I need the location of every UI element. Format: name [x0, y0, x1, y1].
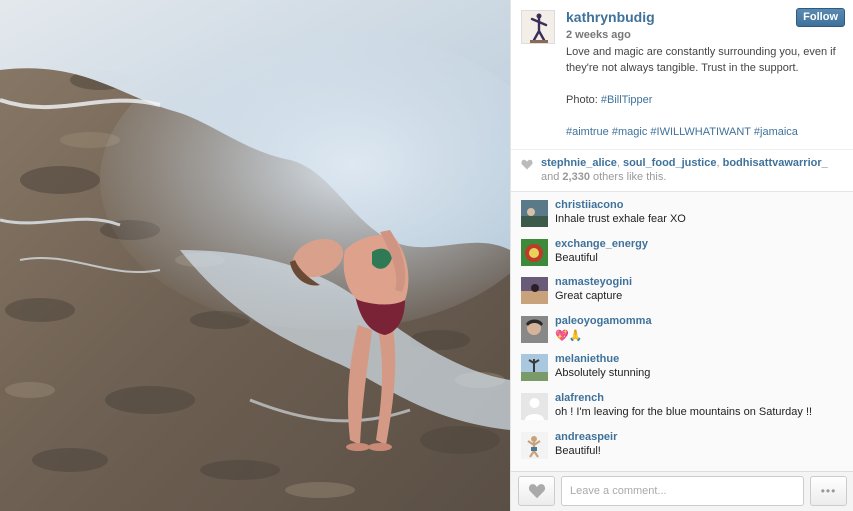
likes-summary: stephnie_alice, soul_food_justice, bodhi… — [511, 150, 853, 192]
follow-button[interactable]: Follow — [796, 8, 845, 27]
comment-footer: ••• — [511, 471, 853, 511]
caption-hashtags: #aimtrue #magic #IWILLWHATIWANT #jamaica — [566, 124, 851, 140]
commenter-username[interactable]: alafrench — [555, 392, 604, 404]
hashtag-link[interactable]: #magic — [612, 126, 647, 138]
comments-list[interactable]: christiiacono Inhale trust exhale fear X… — [511, 192, 853, 471]
commenter-username[interactable]: paleoyogamomma — [555, 315, 652, 327]
post-sidebar: kathrynbudig Follow 2 weeks ago Love and… — [510, 0, 853, 511]
comment-text: Absolutely stunning — [555, 367, 651, 380]
yoga-photo-illustration — [0, 0, 510, 511]
commenter-avatar[interactable] — [521, 315, 548, 343]
commenter-avatar[interactable] — [521, 238, 548, 266]
default-avatar-icon — [521, 392, 548, 420]
post-photo — [0, 0, 510, 511]
caption-photo-label: Photo: — [566, 94, 601, 106]
comment-input[interactable] — [561, 476, 804, 506]
commenter-avatar[interactable] — [521, 277, 548, 305]
more-options-button[interactable]: ••• — [810, 476, 847, 506]
comment-text: oh ! I'm leaving for the blue mountains … — [555, 405, 813, 418]
post-caption: Love and magic are constantly surroundin… — [566, 44, 851, 140]
liker-username[interactable]: soul_food_justice — [623, 157, 717, 169]
commenter-username[interactable]: namasteyogini — [555, 276, 632, 288]
comment-item: namasteyogini Great capture — [511, 269, 853, 308]
comment-item: alafrench oh ! I'm leaving for the blue … — [511, 385, 853, 424]
liker-username[interactable]: stephnie_alice — [541, 157, 617, 169]
heart-icon — [528, 484, 545, 499]
caption-photo-tag[interactable]: #BillTipper — [601, 94, 653, 106]
comment-text: Great capture — [555, 290, 623, 303]
comment-text: Beautiful — [555, 251, 598, 264]
avatar-image — [521, 431, 548, 459]
commenter-username[interactable]: christiiacono — [555, 199, 623, 211]
ellipsis-icon: ••• — [820, 484, 837, 498]
likes-others-text: others like this. — [589, 171, 667, 183]
hashtag-link[interactable]: #aimtrue — [566, 126, 609, 138]
avatar-image — [521, 277, 548, 305]
caption-text: Love and magic are constantly surroundin… — [566, 46, 836, 74]
avatar-image — [521, 354, 548, 382]
comment-text: Inhale trust exhale fear XO — [555, 213, 686, 225]
heart-icon — [521, 159, 533, 170]
avatar-image — [521, 315, 548, 343]
commenter-avatar[interactable] — [521, 200, 548, 227]
commenter-avatar[interactable] — [521, 431, 548, 459]
comment-item: andreaspeir Beautiful! — [511, 424, 853, 463]
comment-item: melaniethue Absolutely stunning — [511, 346, 853, 385]
commenter-username[interactable]: exchange_energy — [555, 238, 648, 250]
owner-avatar[interactable] — [521, 10, 555, 44]
comment-item: exchange_energy Beautiful — [511, 231, 853, 270]
liker-username[interactable]: bodhisattvawarrior_ — [723, 157, 828, 169]
caption-photo-credit: Photo: #BillTipper — [566, 92, 851, 108]
likes-and-text: and — [541, 171, 563, 183]
commenter-avatar[interactable] — [521, 392, 548, 420]
hashtag-link[interactable]: #jamaica — [754, 126, 798, 138]
commenter-avatar[interactable] — [521, 354, 548, 382]
like-button[interactable] — [518, 476, 555, 506]
comment-item: christiiacono Inhale trust exhale fear X… — [511, 192, 853, 231]
comment-item: paleoyogamomma 💖🙏 — [511, 308, 853, 347]
hashtag-link[interactable]: #IWILLWHATIWANT — [650, 126, 750, 138]
commenter-username[interactable]: melaniethue — [555, 353, 619, 365]
comment-text: Beautiful! — [555, 444, 601, 457]
comment-text: 💖🙏 — [555, 329, 583, 342]
owner-avatar-image — [522, 11, 554, 43]
likes-count[interactable]: 2,330 — [562, 171, 590, 183]
commenter-username[interactable]: andreaspeir — [555, 431, 617, 443]
avatar-image — [521, 238, 548, 266]
avatar-image — [521, 200, 548, 227]
post-timestamp: 2 weeks ago — [566, 29, 631, 41]
post-header: kathrynbudig Follow 2 weeks ago Love and… — [511, 0, 853, 150]
owner-username[interactable]: kathrynbudig — [566, 9, 655, 25]
